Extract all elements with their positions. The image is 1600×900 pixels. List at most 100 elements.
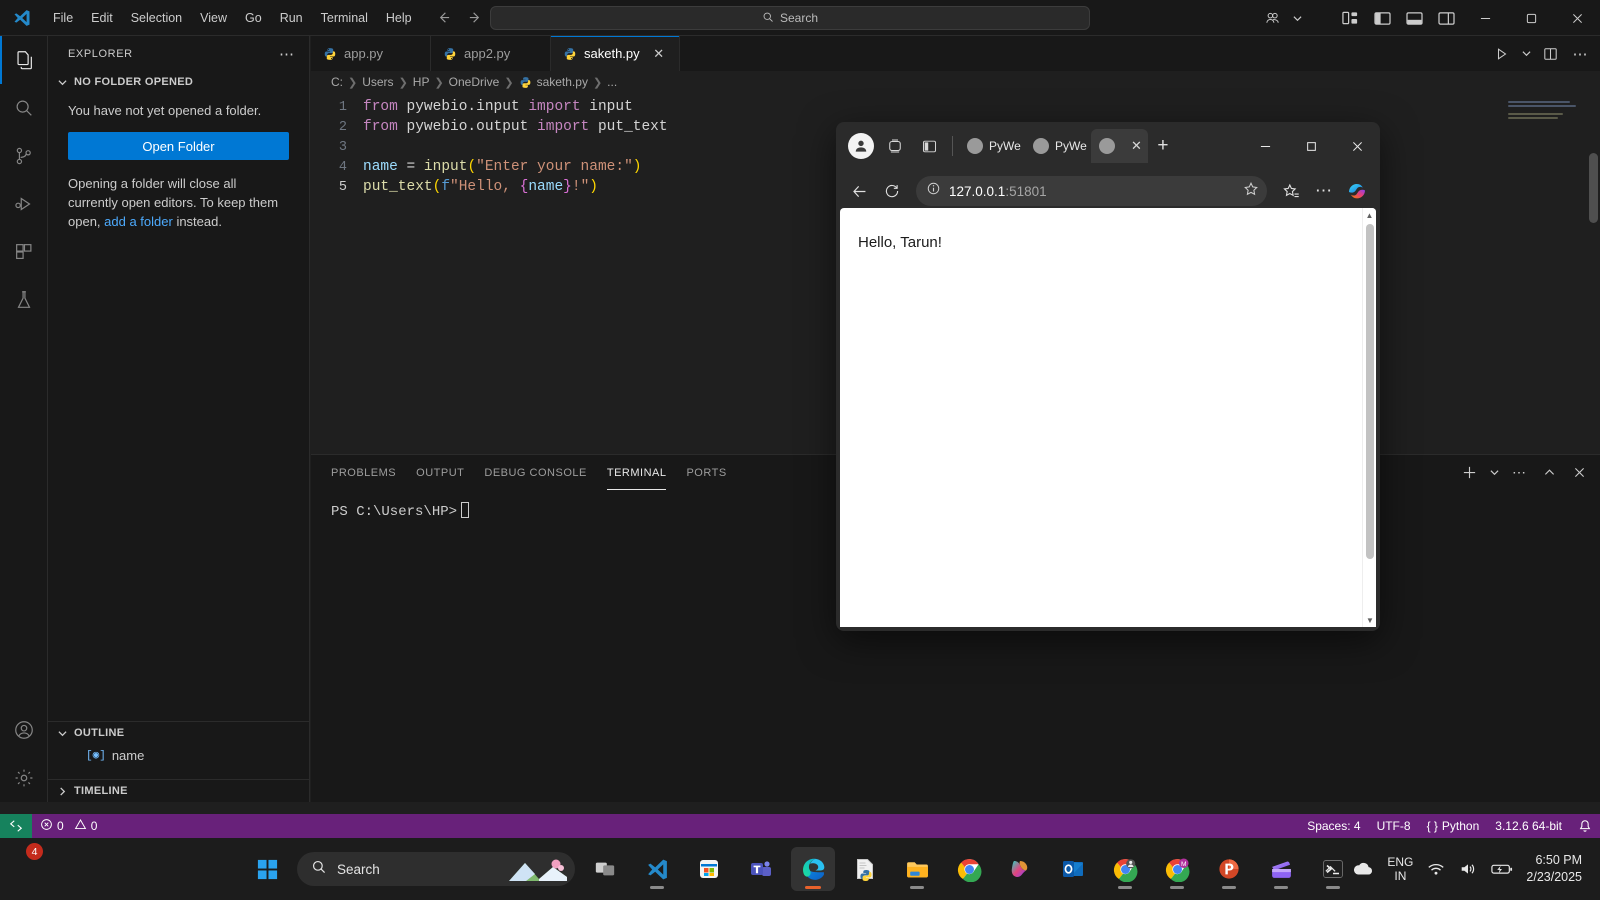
remote-window-icon[interactable] — [0, 814, 32, 838]
refresh-icon[interactable] — [877, 176, 907, 206]
chevron-down-icon[interactable] — [1288, 0, 1306, 36]
split-editor-button[interactable] — [1536, 40, 1564, 68]
toggle-secondary-sidebar-icon[interactable] — [1430, 0, 1462, 36]
toggle-panel-icon[interactable] — [1398, 0, 1430, 36]
python-interpreter-status[interactable]: 3.12.6 64-bit — [1487, 814, 1570, 838]
browser-minimize-button[interactable] — [1242, 122, 1288, 170]
sidebar-more-actions-icon[interactable]: ⋯ — [273, 45, 301, 63]
taskbar-app-file-explorer[interactable] — [895, 847, 939, 891]
menu-help[interactable]: Help — [378, 7, 420, 29]
menu-terminal[interactable]: Terminal — [313, 7, 376, 29]
profile-avatar-icon[interactable] — [844, 129, 878, 163]
language-indicator[interactable]: ENG IN — [1380, 847, 1420, 891]
taskbar-app-clipchamp[interactable] — [1259, 847, 1303, 891]
vscode-menu-bar[interactable]: File Edit Selection View Go Run Terminal… — [44, 0, 421, 36]
problems-status[interactable]: 0 0 — [32, 814, 105, 838]
search-input[interactable]: Search — [297, 852, 575, 886]
gear-icon[interactable] — [0, 754, 48, 802]
sidebar-item-testing[interactable] — [0, 276, 48, 324]
run-chevron-down-icon[interactable] — [1518, 40, 1534, 68]
timeline-section-header[interactable]: TIMELINE — [48, 780, 310, 802]
new-tab-button[interactable]: + — [1148, 131, 1178, 161]
menu-edit[interactable]: Edit — [83, 7, 121, 29]
tab-debug-console[interactable]: DEBUG CONSOLE — [484, 455, 586, 490]
breadcrumb-item-hp[interactable]: HP — [413, 75, 430, 89]
menu-selection[interactable]: Selection — [123, 7, 190, 29]
maximize-panel-icon[interactable] — [1536, 460, 1562, 486]
wifi-icon[interactable] — [1420, 847, 1452, 891]
breadcrumb-item-more[interactable]: ... — [607, 75, 617, 89]
sidebar-item-source-control[interactable] — [0, 132, 48, 180]
workspaces-icon[interactable] — [878, 129, 912, 163]
battery-charging-icon[interactable] — [1484, 847, 1520, 891]
taskbar-app-microsoft-teams[interactable] — [739, 847, 783, 891]
outline-section-header[interactable]: OUTLINE — [48, 722, 310, 744]
close-panel-icon[interactable] — [1566, 460, 1592, 486]
taskbar-app-chrome-meet[interactable]: M — [1155, 847, 1199, 891]
close-icon[interactable]: ✕ — [651, 46, 667, 62]
windows-start-icon[interactable] — [245, 847, 289, 891]
scroll-up-arrow-icon[interactable]: ▲ — [1363, 208, 1376, 222]
indentation-status[interactable]: Spaces: 4 — [1299, 814, 1368, 838]
more-options-icon[interactable]: ⋯ — [1309, 176, 1339, 206]
breadcrumb-item-drive[interactable]: C: — [331, 75, 343, 89]
views-and-more-actions-icon[interactable]: ⋯ — [1506, 460, 1532, 486]
taskbar-app-vscode[interactable] — [635, 847, 679, 891]
taskbar-app-microsoft-outlook[interactable] — [1051, 847, 1095, 891]
language-mode-status[interactable]: { } Python — [1419, 814, 1488, 838]
tab-output[interactable]: OUTPUT — [416, 455, 464, 490]
tab-saketh-py[interactable]: saketh.py ✕ — [551, 36, 680, 71]
window-minimize-button[interactable] — [1462, 0, 1508, 36]
site-information-icon[interactable] — [926, 181, 941, 201]
tab-ports[interactable]: PORTS — [686, 455, 726, 490]
notifications-bell-icon[interactable] — [1570, 814, 1600, 838]
tab-problems[interactable]: PROBLEMS — [331, 455, 396, 490]
new-terminal-button[interactable] — [1456, 460, 1482, 486]
add-a-folder-link[interactable]: add a folder — [104, 214, 173, 229]
taskbar-app-powerpoint[interactable] — [1207, 847, 1251, 891]
more-actions-icon[interactable]: ⋯ — [1566, 40, 1594, 68]
customize-layout-icon[interactable] — [1334, 0, 1366, 36]
menu-go[interactable]: Go — [237, 7, 270, 29]
encoding-status[interactable]: UTF-8 — [1369, 814, 1419, 838]
command-center-search[interactable]: Search — [490, 6, 1090, 30]
back-arrow-icon[interactable] — [433, 7, 455, 29]
browser-tab-2[interactable]: PyWe — [1025, 129, 1091, 163]
taskbar-app-chrome-profile[interactable] — [1103, 847, 1147, 891]
menu-file[interactable]: File — [45, 7, 81, 29]
tab-app2-py[interactable]: app2.py — [431, 36, 551, 71]
taskbar-app-python-idle[interactable] — [843, 847, 887, 891]
breadcrumb-item-file[interactable]: saketh.py — [537, 75, 588, 89]
open-folder-button[interactable]: Open Folder — [68, 132, 289, 160]
forward-arrow-icon[interactable] — [465, 7, 487, 29]
clock[interactable]: 6:50 PM 2/23/2025 — [1520, 852, 1590, 886]
sidebar-item-extensions[interactable] — [0, 228, 48, 276]
sidebar-item-search[interactable] — [0, 84, 48, 132]
collections-icon[interactable] — [1276, 176, 1306, 206]
breadcrumb-item-users[interactable]: Users — [362, 75, 393, 89]
sidebar-item-run-and-debug[interactable] — [0, 180, 48, 228]
scrollbar-thumb[interactable] — [1366, 224, 1374, 559]
star-icon[interactable] — [1243, 181, 1259, 202]
run-python-file-button[interactable] — [1488, 40, 1516, 68]
menu-run[interactable]: Run — [272, 7, 311, 29]
taskbar-app-google-chrome[interactable] — [947, 847, 991, 891]
breadcrumb-item-onedrive[interactable]: OneDrive — [449, 75, 500, 89]
tab-terminal[interactable]: TERMINAL — [606, 455, 667, 490]
tab-actions-icon[interactable] — [912, 129, 946, 163]
show-hidden-icons-icon[interactable] — [1317, 847, 1344, 891]
task-view-button[interactable] — [583, 847, 627, 891]
accounts-icon[interactable] — [1256, 0, 1288, 36]
page-scrollbar[interactable]: ▲ ▼ — [1362, 208, 1376, 627]
taskbar-app-microsoft-copilot[interactable] — [999, 847, 1043, 891]
window-close-button[interactable] — [1554, 0, 1600, 36]
menu-view[interactable]: View — [192, 7, 235, 29]
tab-app-py[interactable]: app.py — [311, 36, 431, 71]
browser-maximize-button[interactable] — [1288, 122, 1334, 170]
browser-tab-3[interactable]: ✕ — [1091, 129, 1148, 163]
onedrive-icon[interactable] — [1344, 847, 1380, 891]
copilot-icon[interactable] — [1342, 176, 1372, 206]
minimap[interactable] — [1508, 101, 1586, 441]
back-arrow-icon[interactable] — [844, 176, 874, 206]
scroll-down-arrow-icon[interactable]: ▼ — [1363, 613, 1376, 627]
